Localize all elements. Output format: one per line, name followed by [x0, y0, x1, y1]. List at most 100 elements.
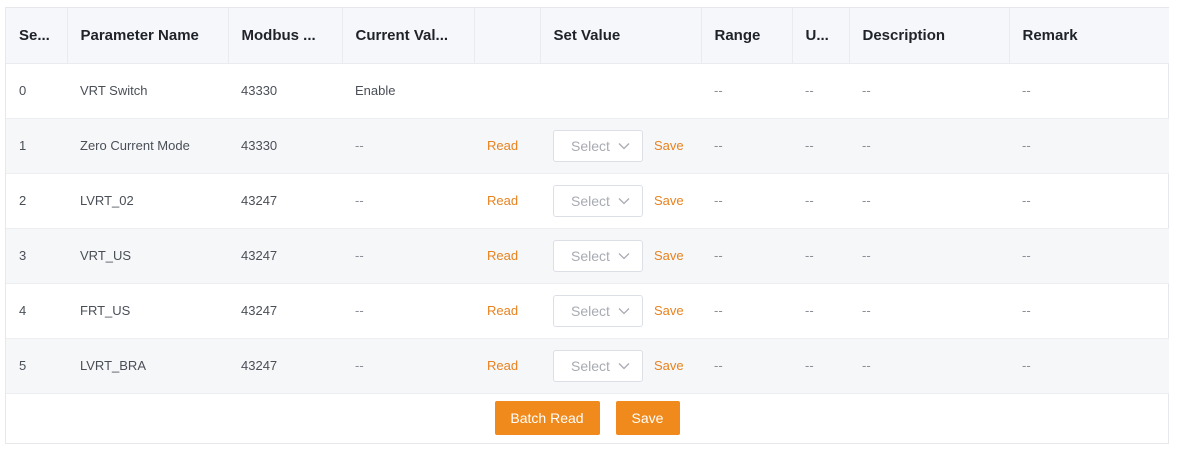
- cell-range: --: [701, 118, 792, 174]
- save-link[interactable]: Save: [654, 193, 684, 208]
- cell-current-value: --: [342, 228, 474, 284]
- cell-description: --: [849, 228, 1009, 284]
- cell-remark: --: [1009, 228, 1169, 284]
- cell-description: --: [849, 63, 1009, 119]
- cell-remark: --: [1009, 173, 1169, 229]
- cell-set-value: Select Save: [540, 118, 701, 174]
- cell-read: Read: [474, 228, 540, 284]
- set-value-group: Select Save: [553, 129, 701, 162]
- chevron-down-icon: [618, 362, 630, 369]
- select-placeholder: Select: [571, 192, 610, 209]
- value-select[interactable]: Select: [553, 184, 643, 217]
- cell-unit: --: [792, 228, 849, 284]
- table-body: 0 VRT Switch 43330 Enable -- -- -- -- 1 …: [6, 63, 1169, 394]
- save-link[interactable]: Save: [654, 248, 684, 263]
- table-header: Se... Parameter Name Modbus ... Current …: [6, 8, 1169, 64]
- cell-set-value: Select Save: [540, 228, 701, 284]
- cell-seq: 0: [6, 63, 67, 119]
- cell-remark: --: [1009, 118, 1169, 174]
- column-header-parameter-name[interactable]: Parameter Name: [67, 8, 229, 64]
- column-header-remark[interactable]: Remark: [1009, 8, 1169, 64]
- read-link[interactable]: Read: [487, 303, 518, 318]
- column-header-modbus-address[interactable]: Modbus ...: [228, 8, 343, 64]
- cell-unit: --: [792, 118, 849, 174]
- chevron-down-icon: [618, 142, 630, 149]
- table-row: 1 Zero Current Mode 43330 -- Read Select…: [6, 118, 1169, 174]
- value-select[interactable]: Select: [553, 239, 643, 272]
- cell-set-value: Select Save: [540, 173, 701, 229]
- read-link[interactable]: Read: [487, 193, 518, 208]
- value-select[interactable]: Select: [553, 294, 643, 327]
- cell-seq: 3: [6, 228, 67, 284]
- cell-unit: --: [792, 283, 849, 339]
- cell-description: --: [849, 283, 1009, 339]
- cell-description: --: [849, 173, 1009, 229]
- cell-seq: 1: [6, 118, 67, 174]
- column-header-current-value[interactable]: Current Val...: [342, 8, 475, 64]
- chevron-down-icon: [618, 252, 630, 259]
- read-link[interactable]: Read: [487, 248, 518, 263]
- cell-range: --: [701, 283, 792, 339]
- cell-read: [474, 63, 540, 119]
- column-header-seq[interactable]: Se...: [6, 8, 68, 64]
- cell-range: --: [701, 338, 792, 394]
- select-placeholder: Select: [571, 302, 610, 319]
- parameter-table: Se... Parameter Name Modbus ... Current …: [6, 8, 1169, 394]
- save-link[interactable]: Save: [654, 303, 684, 318]
- cell-current-value: --: [342, 338, 474, 394]
- cell-range: --: [701, 228, 792, 284]
- cell-read: Read: [474, 118, 540, 174]
- cell-read: Read: [474, 173, 540, 229]
- cell-parameter-name: LVRT_02: [67, 173, 228, 229]
- save-button[interactable]: Save: [615, 401, 680, 435]
- save-link[interactable]: Save: [654, 138, 684, 153]
- table-row: 4 FRT_US 43247 -- Read Select Save -- --: [6, 283, 1169, 339]
- read-link[interactable]: Read: [487, 358, 518, 373]
- value-select[interactable]: Select: [553, 349, 643, 382]
- table-row: 5 LVRT_BRA 43247 -- Read Select Save -- …: [6, 338, 1169, 394]
- cell-seq: 4: [6, 283, 67, 339]
- cell-remark: --: [1009, 338, 1169, 394]
- read-link[interactable]: Read: [487, 138, 518, 153]
- cell-parameter-name: FRT_US: [67, 283, 228, 339]
- cell-modbus-address: 43330: [228, 63, 342, 119]
- cell-unit: --: [792, 173, 849, 229]
- column-header-read: [474, 8, 541, 64]
- cell-read: Read: [474, 338, 540, 394]
- table-row: 0 VRT Switch 43330 Enable -- -- -- --: [6, 63, 1169, 119]
- cell-read: Read: [474, 283, 540, 339]
- header-row: Se... Parameter Name Modbus ... Current …: [6, 8, 1169, 64]
- select-placeholder: Select: [571, 357, 610, 374]
- save-link[interactable]: Save: [654, 358, 684, 373]
- set-value-group: Select Save: [553, 184, 701, 217]
- cell-unit: --: [792, 63, 849, 119]
- value-select[interactable]: Select: [553, 129, 643, 162]
- cell-parameter-name: VRT_US: [67, 228, 228, 284]
- cell-current-value: Enable: [342, 63, 474, 119]
- cell-set-value: Select Save: [540, 338, 701, 394]
- cell-modbus-address: 43247: [228, 338, 342, 394]
- select-placeholder: Select: [571, 137, 610, 154]
- cell-range: --: [701, 173, 792, 229]
- parameter-panel: Se... Parameter Name Modbus ... Current …: [5, 7, 1169, 444]
- column-header-set-value[interactable]: Set Value: [540, 8, 702, 64]
- cell-unit: --: [792, 338, 849, 394]
- cell-remark: --: [1009, 63, 1169, 119]
- cell-seq: 5: [6, 338, 67, 394]
- cell-description: --: [849, 118, 1009, 174]
- chevron-down-icon: [618, 307, 630, 314]
- cell-modbus-address: 43330: [228, 118, 342, 174]
- column-header-range[interactable]: Range: [701, 8, 793, 64]
- cell-set-value: [540, 63, 701, 119]
- batch-read-button[interactable]: Batch Read: [494, 401, 600, 435]
- column-header-description[interactable]: Description: [849, 8, 1010, 64]
- cell-parameter-name: VRT Switch: [67, 63, 228, 119]
- column-header-unit[interactable]: U...: [792, 8, 850, 64]
- select-placeholder: Select: [571, 247, 610, 264]
- cell-remark: --: [1009, 283, 1169, 339]
- footer-actions: Batch Read Save: [6, 393, 1168, 443]
- set-value-group: Select Save: [553, 294, 701, 327]
- cell-parameter-name: LVRT_BRA: [67, 338, 228, 394]
- cell-parameter-name: Zero Current Mode: [67, 118, 228, 174]
- cell-seq: 2: [6, 173, 67, 229]
